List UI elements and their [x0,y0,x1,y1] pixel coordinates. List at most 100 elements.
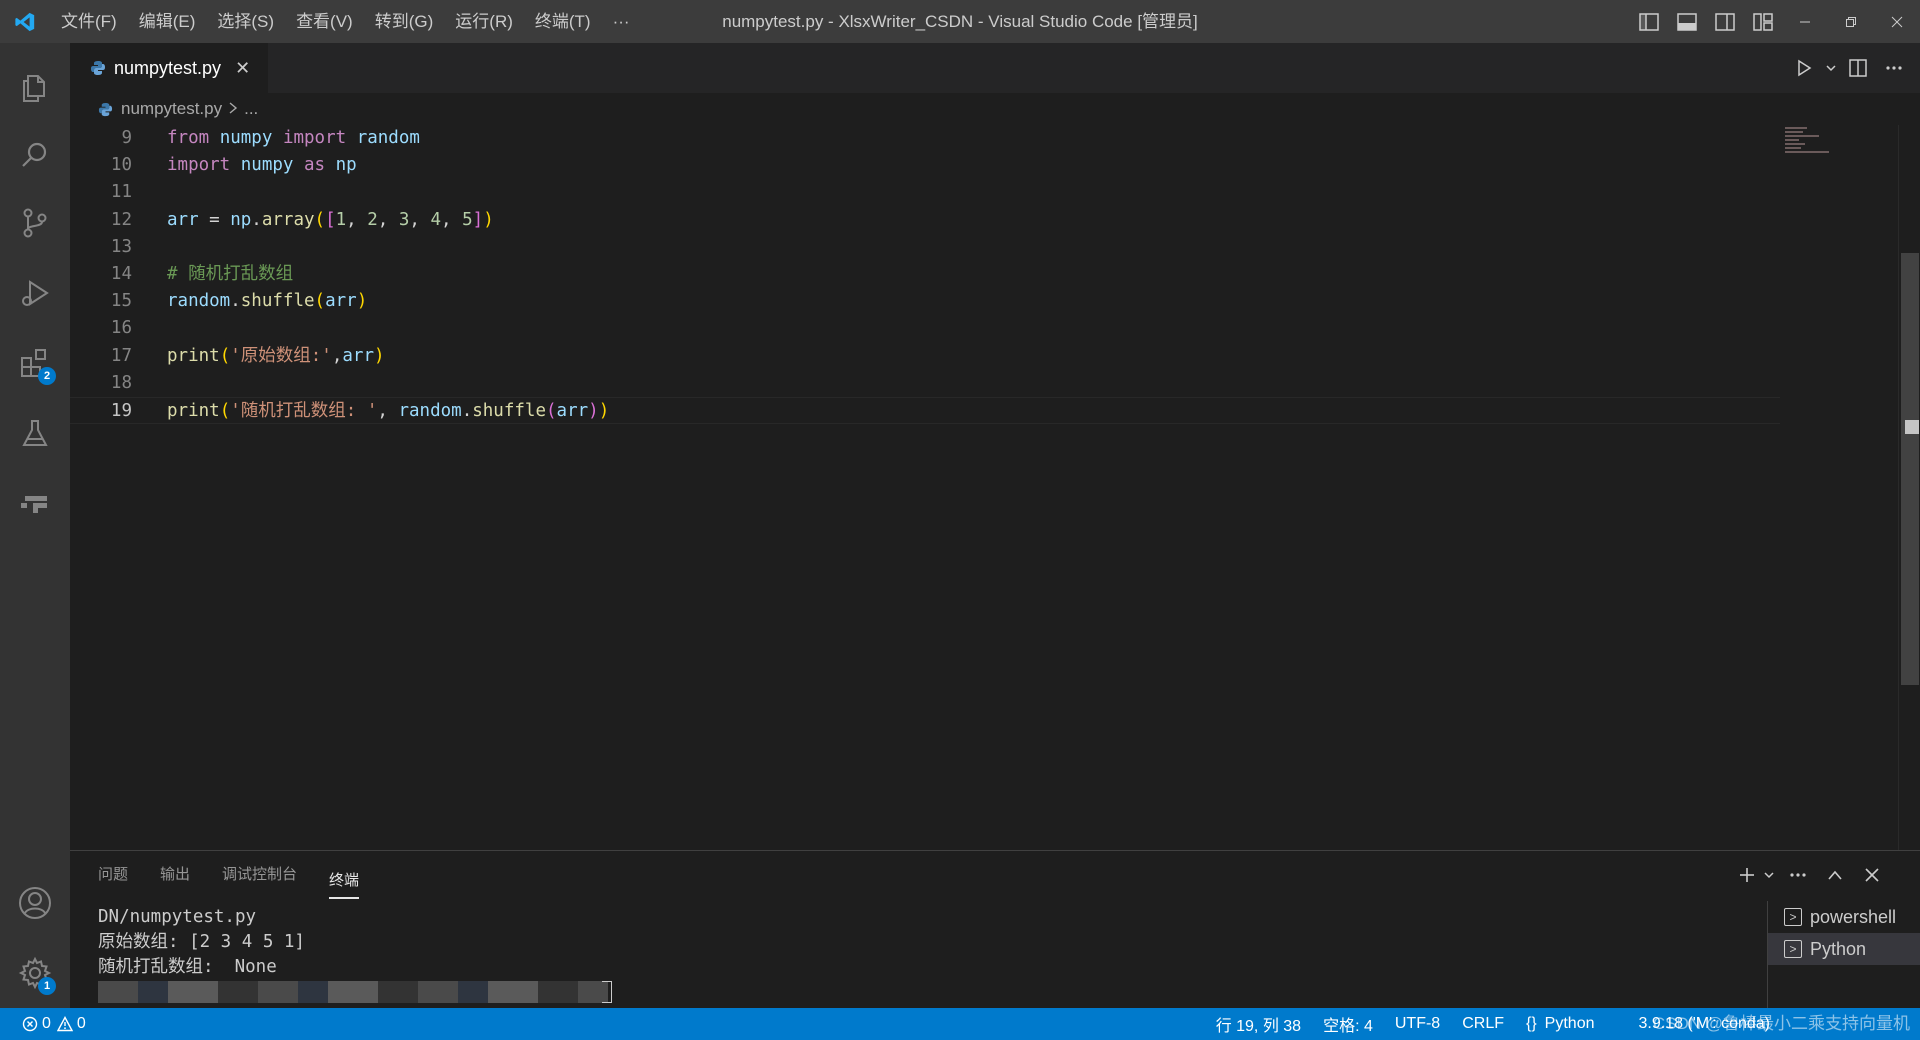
code-line[interactable]: 17 print('原始数组:',arr) [70,343,1780,370]
warning-count: 0 [76,1015,86,1032]
code-line[interactable]: 15 random.shuffle(arr) [70,288,1780,315]
vscode-logo-icon [0,0,50,43]
panel-more-icon[interactable] [1779,872,1816,878]
settings-badge: 1 [38,977,56,995]
bottom-panel: 问题 输出 调试控制台 终端 DN/numpytest.py 原始数组: [2 3… [70,850,1920,1009]
file-encoding[interactable]: UTF-8 [1395,1015,1440,1033]
settings-gear-icon[interactable]: 1 [0,943,70,1003]
testing-icon[interactable] [0,403,70,463]
menu-selection[interactable]: 选择(S) [206,0,285,43]
breadcrumb: numpytest.py ... [70,93,1920,125]
code-line[interactable]: 12 arr = np.array([1, 2, 3, 4, 5]) [70,207,1780,234]
terminal-output[interactable]: DN/numpytest.py 原始数组: [2 3 4 5 1] 随机打乱数组: … [98,905,305,980]
remote-icon[interactable] [0,473,70,533]
menu-view[interactable]: 查看(V) [285,0,364,43]
code-line[interactable]: 11 [70,179,1780,206]
warning-icon [56,1016,73,1032]
tab-problems[interactable]: 问题 [98,851,128,899]
extensions-icon[interactable]: 2 [0,333,70,393]
error-count: 0 [42,1015,51,1032]
code-line[interactable]: 13 [70,234,1780,261]
breadcrumb-file[interactable]: numpytest.py [121,99,222,119]
problems-status[interactable]: 0 0 [22,1008,86,1040]
close-panel-icon[interactable] [1853,868,1890,882]
line-number: 9 [121,128,132,148]
menu-run[interactable]: 运行(R) [444,0,524,43]
run-dropdown-chevron-icon[interactable] [1822,43,1840,93]
code-text: import numpy as np [167,155,357,176]
toggle-secondary-sidebar-icon[interactable] [1706,0,1744,43]
python-file-icon [90,60,106,76]
terminal-icon: > [1784,908,1802,926]
customize-layout-icon[interactable] [1744,0,1782,43]
new-terminal-icon[interactable] [1735,866,1759,884]
extensions-badge: 2 [38,367,56,385]
menu-more[interactable]: ··· [602,0,641,43]
code-line[interactable]: 10 import numpy as np [70,152,1780,179]
explorer-icon[interactable] [0,58,70,118]
line-number: 12 [110,209,132,230]
code-line[interactable]: 19 print('随机打乱数组: ', random.shuffle(arr)) [70,397,1780,424]
code-line[interactable]: 18 [70,370,1780,397]
code-text: print('原始数组:',arr) [167,345,385,366]
editor-scrollbar[interactable] [1898,125,1920,850]
indentation[interactable]: 空格: 4 [1323,1012,1373,1036]
code-text: # 随机打乱数组 [167,264,294,284]
maximize-panel-icon[interactable] [1816,869,1853,881]
run-debug-icon[interactable] [0,263,70,323]
terminal-line: 随机打乱数组: None [98,957,277,977]
code-text: random.shuffle(arr) [167,291,368,312]
chevron-right-icon [228,99,238,119]
tab-output[interactable]: 输出 [160,851,190,899]
line-number: 14 [110,264,132,284]
line-number: 19 [110,401,132,421]
panel-tabs: 问题 输出 调试控制台 终端 [98,851,391,899]
tab-close-icon[interactable]: ✕ [235,58,250,79]
code-line[interactable]: 9 from numpy import random [70,125,1780,152]
more-actions-icon[interactable] [1876,43,1912,93]
tab-numpytest[interactable]: numpytest.py ✕ [70,43,268,93]
line-number: 13 [110,236,132,257]
minimize-icon[interactable] [1782,0,1828,43]
restore-icon[interactable] [1828,0,1874,43]
terminal-item-label: Python [1810,938,1867,959]
editor-tabs: numpytest.py ✕ [70,43,1920,93]
status-bar: 0 0 行 19, 列 38 空格: 4 UTF-8 CRLF {} Python… [0,1008,1920,1040]
csdn-watermark: CSDN @鲁棒最小二乘支持向量机 [1652,1014,1910,1033]
run-python-file-icon[interactable] [1786,43,1822,93]
breadcrumb-symbol[interactable]: ... [244,99,258,119]
toggle-sidebar-icon[interactable] [1630,0,1668,43]
menu-terminal[interactable]: 终端(T) [524,0,602,43]
code-line[interactable]: 16 [70,315,1780,342]
code-text: arr = np.array([1, 2, 3, 4, 5]) [167,209,494,230]
tab-debug-console[interactable]: 调试控制台 [222,851,297,899]
language-mode[interactable]: {} Python [1526,1015,1617,1033]
close-window-icon[interactable] [1874,0,1920,43]
account-icon[interactable] [0,873,70,933]
scrollbar-thumb[interactable] [1901,253,1919,685]
tab-terminal[interactable]: 终端 [329,863,360,899]
terminal-item-python[interactable]: > Python [1768,933,1920,965]
language-label: Python [1544,1015,1595,1032]
source-control-icon[interactable] [0,193,70,253]
minimap[interactable] [1785,125,1837,185]
menu-go[interactable]: 转到(G) [364,0,445,43]
terminal-list: > powershell > Python [1767,901,1920,1009]
terminal-item-powershell[interactable]: > powershell [1768,901,1920,933]
end-of-line[interactable]: CRLF [1462,1015,1504,1033]
search-icon[interactable] [0,125,70,185]
line-number: 17 [110,345,132,366]
toggle-panel-icon[interactable] [1668,0,1706,43]
cursor-position[interactable]: 行 19, 列 38 [1216,1012,1301,1036]
code-text: from numpy import random [167,128,420,148]
line-number: 11 [110,182,132,203]
code-line[interactable]: 14 # 随机打乱数组 [70,261,1780,288]
redacted-prompt [98,981,608,1003]
terminal-dropdown-chevron-icon[interactable] [1759,869,1779,881]
python-file-icon [98,102,113,117]
code-editor[interactable]: 9 from numpy import random 10 import numpy … [70,125,1900,850]
tab-label: numpytest.py [114,57,222,78]
menu-file[interactable]: 文件(F) [50,0,128,43]
split-editor-icon[interactable] [1840,43,1876,93]
menu-edit[interactable]: 编辑(E) [128,0,207,43]
